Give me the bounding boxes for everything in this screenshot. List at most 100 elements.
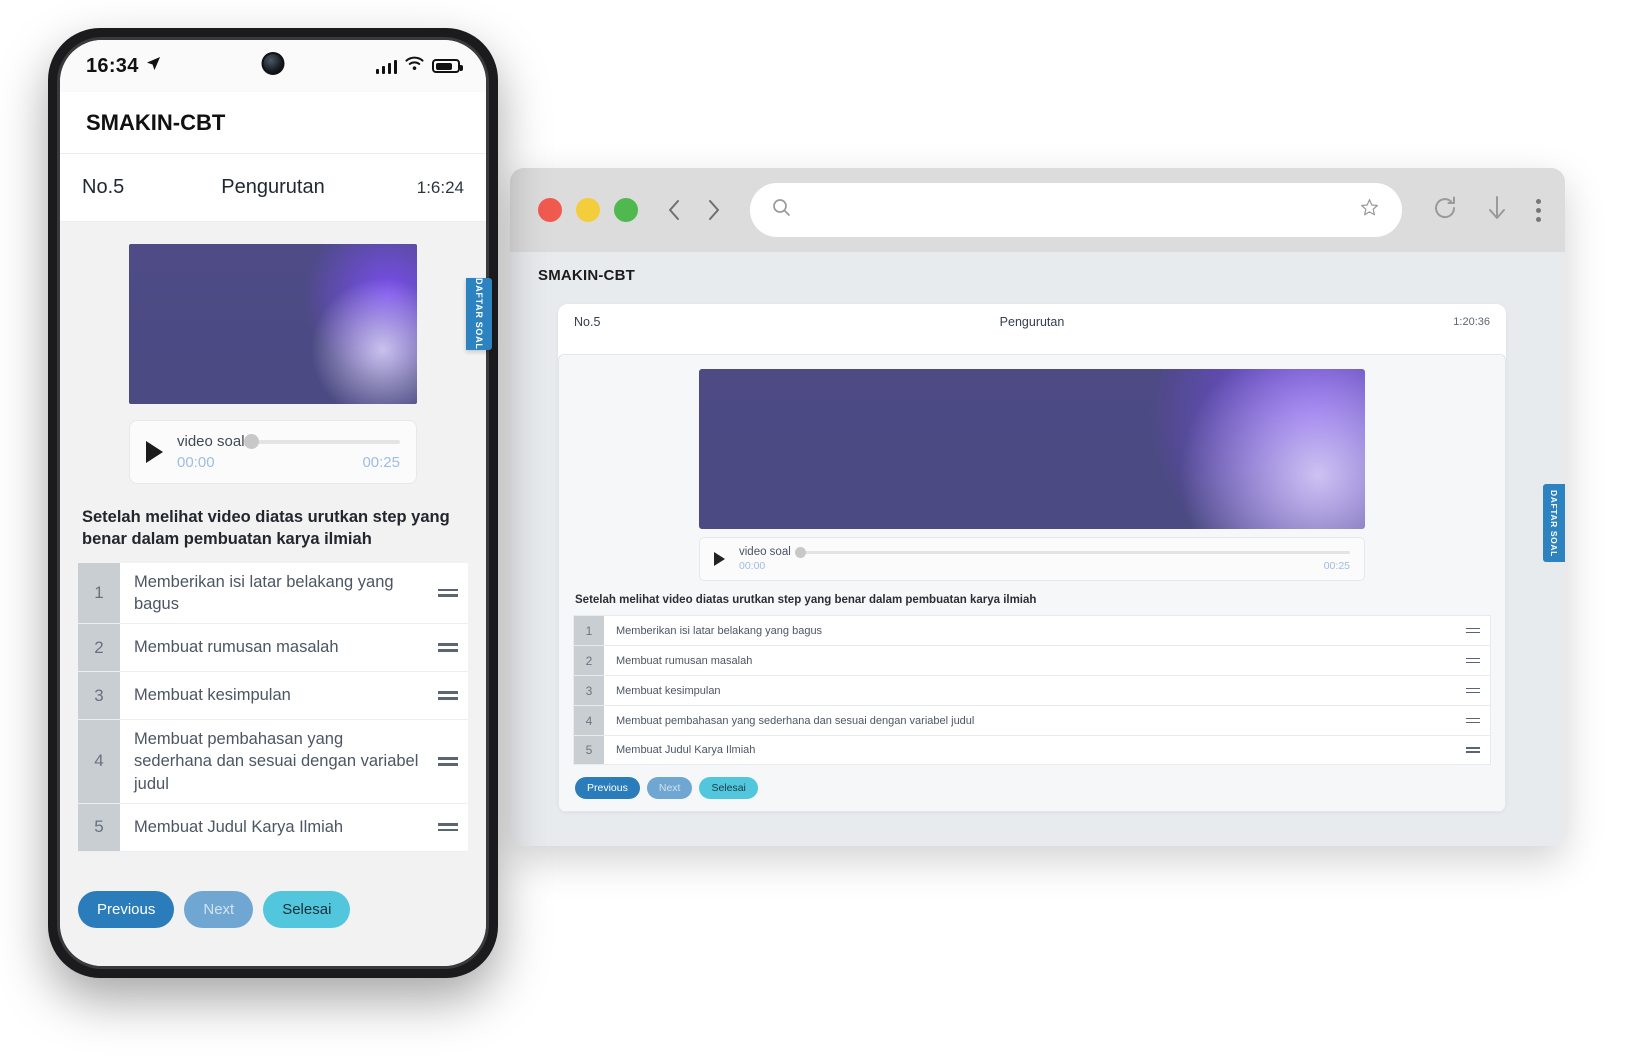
list-item[interactable]: 3 Membuat kesimpulan (78, 672, 468, 721)
play-icon[interactable] (146, 441, 163, 463)
download-arrow-icon[interactable] (1484, 191, 1510, 230)
desktop-seek-slider[interactable] (794, 546, 1350, 558)
drag-handle-icon[interactable] (428, 720, 468, 803)
phone-question-number: No.5 (82, 176, 125, 198)
maximize-window-button[interactable] (614, 198, 638, 222)
drag-handle-icon[interactable] (428, 563, 468, 624)
row-text: Membuat rumusan masalah (134, 638, 339, 657)
seek-knob[interactable] (243, 434, 259, 449)
row-text: Memberikan isi latar belakang yang bagus (134, 572, 394, 613)
browser-window: SMAKIN-CBT No.5 Pengurutan 1:20:36 video… (510, 168, 1565, 846)
desktop-question-type: Pengurutan (999, 315, 1065, 329)
phone-app-header: SMAKIN-CBT (60, 92, 486, 154)
drag-handle-icon[interactable] (1456, 736, 1490, 764)
desktop-current-time: 00:00 (739, 560, 766, 572)
seek-knob[interactable] (794, 546, 806, 558)
next-button[interactable]: Next (646, 777, 693, 799)
minimize-window-button[interactable] (576, 198, 600, 222)
desktop-timer: 1:20:36 (1453, 316, 1490, 328)
desktop-question-header: No.5 Pengurutan 1:20:36 (558, 304, 1506, 340)
drag-handle-icon[interactable] (428, 672, 468, 719)
phone-question-text: Setelah melihat video diatas urutkan ste… (82, 508, 450, 549)
phone-player-label: video soal (177, 433, 245, 450)
drag-handle-icon[interactable] (428, 624, 468, 671)
row-text: Membuat rumusan masalah (616, 654, 753, 667)
previous-button[interactable]: Previous (575, 777, 640, 799)
table-row[interactable]: 5 Membuat Judul Karya Ilmiah (573, 735, 1491, 765)
url-input[interactable] (801, 201, 1349, 219)
page-title: SMAKIN-CBT (86, 109, 226, 135)
next-button[interactable]: Next (184, 891, 254, 928)
desktop-duration: 00:25 (1323, 560, 1350, 572)
list-item[interactable]: 2 Membuat rumusan masalah (78, 624, 468, 673)
row-number: 4 (574, 706, 604, 735)
phone-device: 16:34 SMAKIN-CBT No.5 Pengurutan 1:6:24 … (48, 28, 498, 978)
desktop-question-body: video soal 00:00 00:25 Setelah melihat v… (558, 354, 1506, 812)
desktop-audio-player: video soal 00:00 00:25 (699, 537, 1365, 581)
phone-video-thumbnail[interactable] (129, 244, 417, 404)
phone-audio-player: video soal 00:00 00:25 (129, 420, 417, 484)
wifi-icon (405, 56, 424, 76)
status-time: 16:34 (86, 54, 139, 77)
row-number: 3 (574, 676, 604, 705)
browser-viewport: SMAKIN-CBT No.5 Pengurutan 1:20:36 video… (510, 252, 1565, 846)
phone-daftar-soal-label: DAFTAR SOAL (474, 278, 484, 350)
list-item[interactable]: 1 Memberikan isi latar belakang yang bag… (78, 562, 468, 625)
row-number: 5 (78, 803, 120, 851)
drag-handle-icon[interactable] (428, 804, 468, 851)
desktop-daftar-soal-tab[interactable]: DAFTAR SOAL (1543, 484, 1565, 562)
screenshot-stage: SMAKIN-CBT No.5 Pengurutan 1:20:36 video… (0, 0, 1640, 1058)
star-icon[interactable] (1359, 197, 1380, 223)
row-number: 4 (78, 720, 120, 803)
phone-screen: 16:34 SMAKIN-CBT No.5 Pengurutan 1:6:24 … (57, 37, 489, 969)
desktop-question-text: Setelah melihat video diatas urutkan ste… (575, 594, 1037, 606)
close-window-button[interactable] (538, 198, 562, 222)
table-row[interactable]: 4 Membuat pembahasan yang sederhana dan … (573, 705, 1491, 735)
drag-handle-icon[interactable] (1456, 676, 1490, 705)
phone-daftar-soal-tab[interactable]: DAFTAR SOAL (466, 278, 492, 350)
exam-panel: No.5 Pengurutan 1:20:36 video soal 00:00… (558, 304, 1506, 812)
url-bar[interactable] (750, 183, 1402, 237)
desktop-question-number: No.5 (574, 315, 601, 329)
drag-handle-icon[interactable] (1456, 616, 1490, 645)
row-number: 2 (78, 624, 120, 672)
phone-action-buttons: Previous Next Selesai (78, 891, 351, 928)
row-text: Membuat pembahasan yang sederhana dan se… (616, 714, 975, 727)
play-icon[interactable] (714, 552, 725, 566)
desktop-answer-list: 1 Memberikan isi latar belakang yang bag… (573, 615, 1491, 765)
drag-handle-icon[interactable] (1456, 646, 1490, 675)
desktop-daftar-soal-label: DAFTAR SOAL (1549, 489, 1559, 557)
phone-answer-list: 1 Memberikan isi latar belakang yang bag… (78, 562, 468, 852)
row-text: Memberikan isi latar belakang yang bagus (616, 624, 823, 637)
drag-handle-icon[interactable] (1456, 706, 1490, 735)
row-text: Membuat pembahasan yang sederhana dan se… (134, 730, 419, 793)
list-item[interactable]: 4 Membuat pembahasan yang sederhana dan … (78, 720, 468, 804)
desktop-player-label: video soal (739, 546, 791, 558)
desktop-action-buttons: Previous Next Selesai (573, 777, 1491, 799)
row-number: 5 (574, 736, 604, 764)
finish-button[interactable]: Selesai (263, 891, 351, 928)
battery-icon (432, 59, 463, 73)
phone-content: video soal 00:00 00:25 Setelah melihat v… (60, 244, 486, 966)
site-brand: SMAKIN-CBT (538, 266, 635, 284)
window-traffic-lights (538, 198, 638, 222)
table-row[interactable]: 2 Membuat rumusan masalah (573, 645, 1491, 675)
phone-seek-slider[interactable] (243, 434, 400, 450)
reload-icon[interactable] (1428, 191, 1462, 230)
row-number: 2 (574, 646, 604, 675)
row-text: Membuat Judul Karya Ilmiah (134, 818, 344, 837)
table-row[interactable]: 3 Membuat kesimpulan (573, 675, 1491, 705)
phone-question-header: No.5 Pengurutan 1:6:24 (60, 154, 486, 222)
list-item[interactable]: 5 Membuat Judul Karya Ilmiah (78, 803, 468, 852)
site-navbar: SMAKIN-CBT (510, 252, 1565, 298)
row-number: 1 (78, 562, 120, 624)
desktop-video-thumbnail[interactable] (699, 369, 1365, 529)
previous-button[interactable]: Previous (78, 891, 175, 928)
back-icon[interactable] (664, 197, 684, 223)
finish-button[interactable]: Selesai (699, 777, 758, 799)
forward-icon[interactable] (704, 197, 724, 223)
kebab-menu-icon[interactable] (1532, 195, 1545, 226)
table-row[interactable]: 1 Memberikan isi latar belakang yang bag… (573, 615, 1491, 645)
row-number: 3 (78, 672, 120, 720)
browser-toolbar (510, 168, 1565, 252)
